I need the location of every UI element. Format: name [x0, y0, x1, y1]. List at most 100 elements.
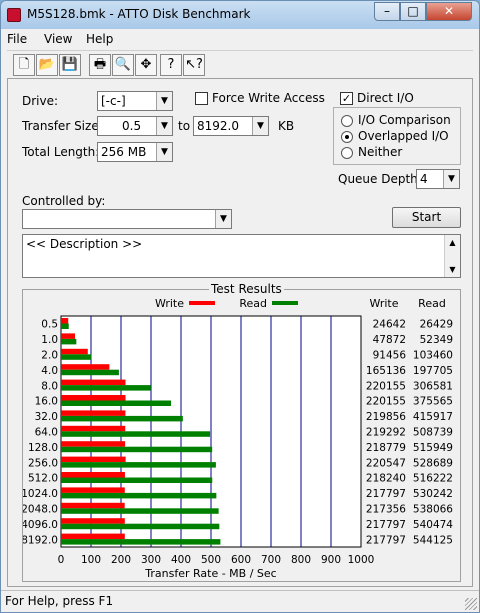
write-bar	[61, 425, 126, 432]
read-value: 103460	[413, 350, 453, 362]
x-tick-label: 300	[141, 554, 161, 566]
y-tick-label: 2048.0	[23, 504, 58, 516]
chevron-down-icon: ▼	[215, 210, 231, 228]
write-bar	[61, 379, 126, 386]
write-bar	[61, 364, 110, 370]
y-tick-label: 4.0	[41, 365, 58, 377]
move-icon[interactable]: ✥	[135, 54, 157, 76]
total-length-select[interactable]: 256 MB ▼	[97, 142, 173, 162]
transfer-size-to-select[interactable]: 8192.0 ▼	[193, 116, 269, 136]
read-value: 197705	[413, 365, 453, 377]
write-bar	[61, 518, 125, 524]
write-value: 24642	[373, 319, 406, 331]
direct-io-label: Direct I/O	[357, 91, 414, 105]
write-value: 217797	[366, 534, 406, 546]
maximize-button[interactable]: □	[400, 2, 426, 21]
queue-depth-select[interactable]: 4 ▼	[416, 169, 460, 189]
minimize-button[interactable]: –	[374, 2, 400, 21]
write-value: 219856	[366, 411, 406, 423]
read-value: 375565	[413, 396, 453, 408]
total-length-label: Total Length:	[22, 145, 100, 159]
read-bar	[61, 446, 213, 453]
y-tick-label: 512.0	[28, 473, 58, 485]
print-icon[interactable]: 🖶	[89, 54, 111, 76]
overlapped-io-radio[interactable]	[341, 131, 353, 143]
read-value: 508739	[413, 427, 453, 439]
to-label: to	[178, 119, 191, 133]
new-icon[interactable]: 🗋	[13, 54, 35, 76]
start-button[interactable]: Start	[392, 207, 461, 228]
x-tick-label: 1000	[348, 554, 375, 566]
context-help-icon[interactable]: ↖?	[183, 54, 205, 76]
write-value: 218240	[366, 473, 406, 485]
write-bar	[61, 395, 126, 401]
y-tick-label: 1024.0	[23, 488, 58, 500]
y-tick-label: 32.0	[35, 411, 58, 423]
direct-io-checkbox[interactable]: ✓	[340, 92, 353, 105]
print-preview-icon[interactable]: 🔍	[112, 54, 134, 76]
menu-divider	[7, 50, 473, 51]
drive-label: Drive:	[22, 94, 59, 108]
menu-view[interactable]: View	[44, 32, 72, 46]
write-bar	[61, 487, 125, 493]
y-tick-label: 64.0	[35, 427, 58, 439]
chevron-down-icon: ▼	[156, 92, 172, 110]
description-scrollbar[interactable]: ▲ ▼	[444, 235, 460, 277]
chevron-down-icon: ▼	[156, 143, 172, 161]
queue-depth-value: 4	[420, 172, 428, 186]
overlapped-io-label: Overlapped I/O	[358, 129, 449, 143]
read-bar	[61, 323, 69, 329]
controlled-by-select[interactable]: ▼	[22, 209, 232, 229]
description-field[interactable]: << Description >> ▲ ▼	[22, 234, 461, 278]
scroll-up-icon[interactable]: ▲	[445, 235, 460, 250]
write-bar	[61, 502, 125, 509]
force-write-checkbox[interactable]	[195, 92, 208, 105]
resize-grip-icon[interactable]	[465, 598, 477, 610]
menu-file[interactable]: File	[7, 32, 27, 46]
neither-radio[interactable]	[341, 147, 353, 159]
y-tick-label: 128.0	[28, 442, 58, 454]
write-column-header: Write	[369, 297, 398, 310]
read-value: 540474	[413, 519, 453, 531]
write-bar	[61, 441, 126, 447]
force-write-label: Force Write Access	[212, 91, 325, 105]
open-icon[interactable]: 📂	[36, 54, 58, 76]
title-bar[interactable]: M5S128.bmk - ATTO Disk Benchmark – □ ✕	[1, 1, 479, 29]
transfer-size-from-select[interactable]: 0.5 ▼	[97, 116, 173, 136]
write-value: 217797	[366, 488, 406, 500]
write-value: 220547	[366, 457, 406, 469]
x-tick-label: 600	[231, 554, 251, 566]
neither-label: Neither	[358, 145, 403, 159]
write-bar	[61, 456, 126, 463]
x-axis-label: Transfer Rate - MB / Sec	[144, 567, 276, 580]
drive-select[interactable]: [-c-] ▼	[97, 91, 173, 111]
read-bar	[61, 539, 221, 545]
write-value: 217356	[366, 504, 406, 516]
y-tick-label: 8192.0	[23, 534, 58, 546]
write-value: 91456	[373, 350, 407, 362]
read-bar	[61, 523, 220, 530]
write-value: 217797	[366, 519, 406, 531]
read-value: 530242	[413, 488, 453, 500]
y-tick-label: 256.0	[28, 457, 58, 469]
legend-read-label: Read	[239, 297, 267, 310]
read-value: 515949	[413, 442, 453, 454]
save-icon[interactable]: 💾	[59, 54, 81, 76]
transfer-from-value: 0.5	[122, 119, 142, 133]
menu-help[interactable]: Help	[86, 32, 113, 46]
scroll-down-icon[interactable]: ▼	[445, 262, 460, 277]
read-bar	[61, 400, 172, 406]
read-bar	[61, 354, 92, 360]
write-bar	[61, 348, 88, 355]
write-bar	[61, 333, 76, 339]
help-icon[interactable]: ?	[160, 54, 182, 76]
read-bar	[61, 477, 213, 483]
app-icon	[7, 8, 21, 22]
read-column-header: Read	[418, 297, 446, 310]
chevron-down-icon: ▼	[443, 170, 459, 188]
close-button[interactable]: ✕	[426, 2, 472, 21]
description-text: << Description >>	[26, 237, 143, 251]
io-comparison-radio[interactable]	[341, 115, 353, 127]
x-tick-label: 500	[201, 554, 221, 566]
y-tick-label: 2.0	[41, 350, 58, 362]
